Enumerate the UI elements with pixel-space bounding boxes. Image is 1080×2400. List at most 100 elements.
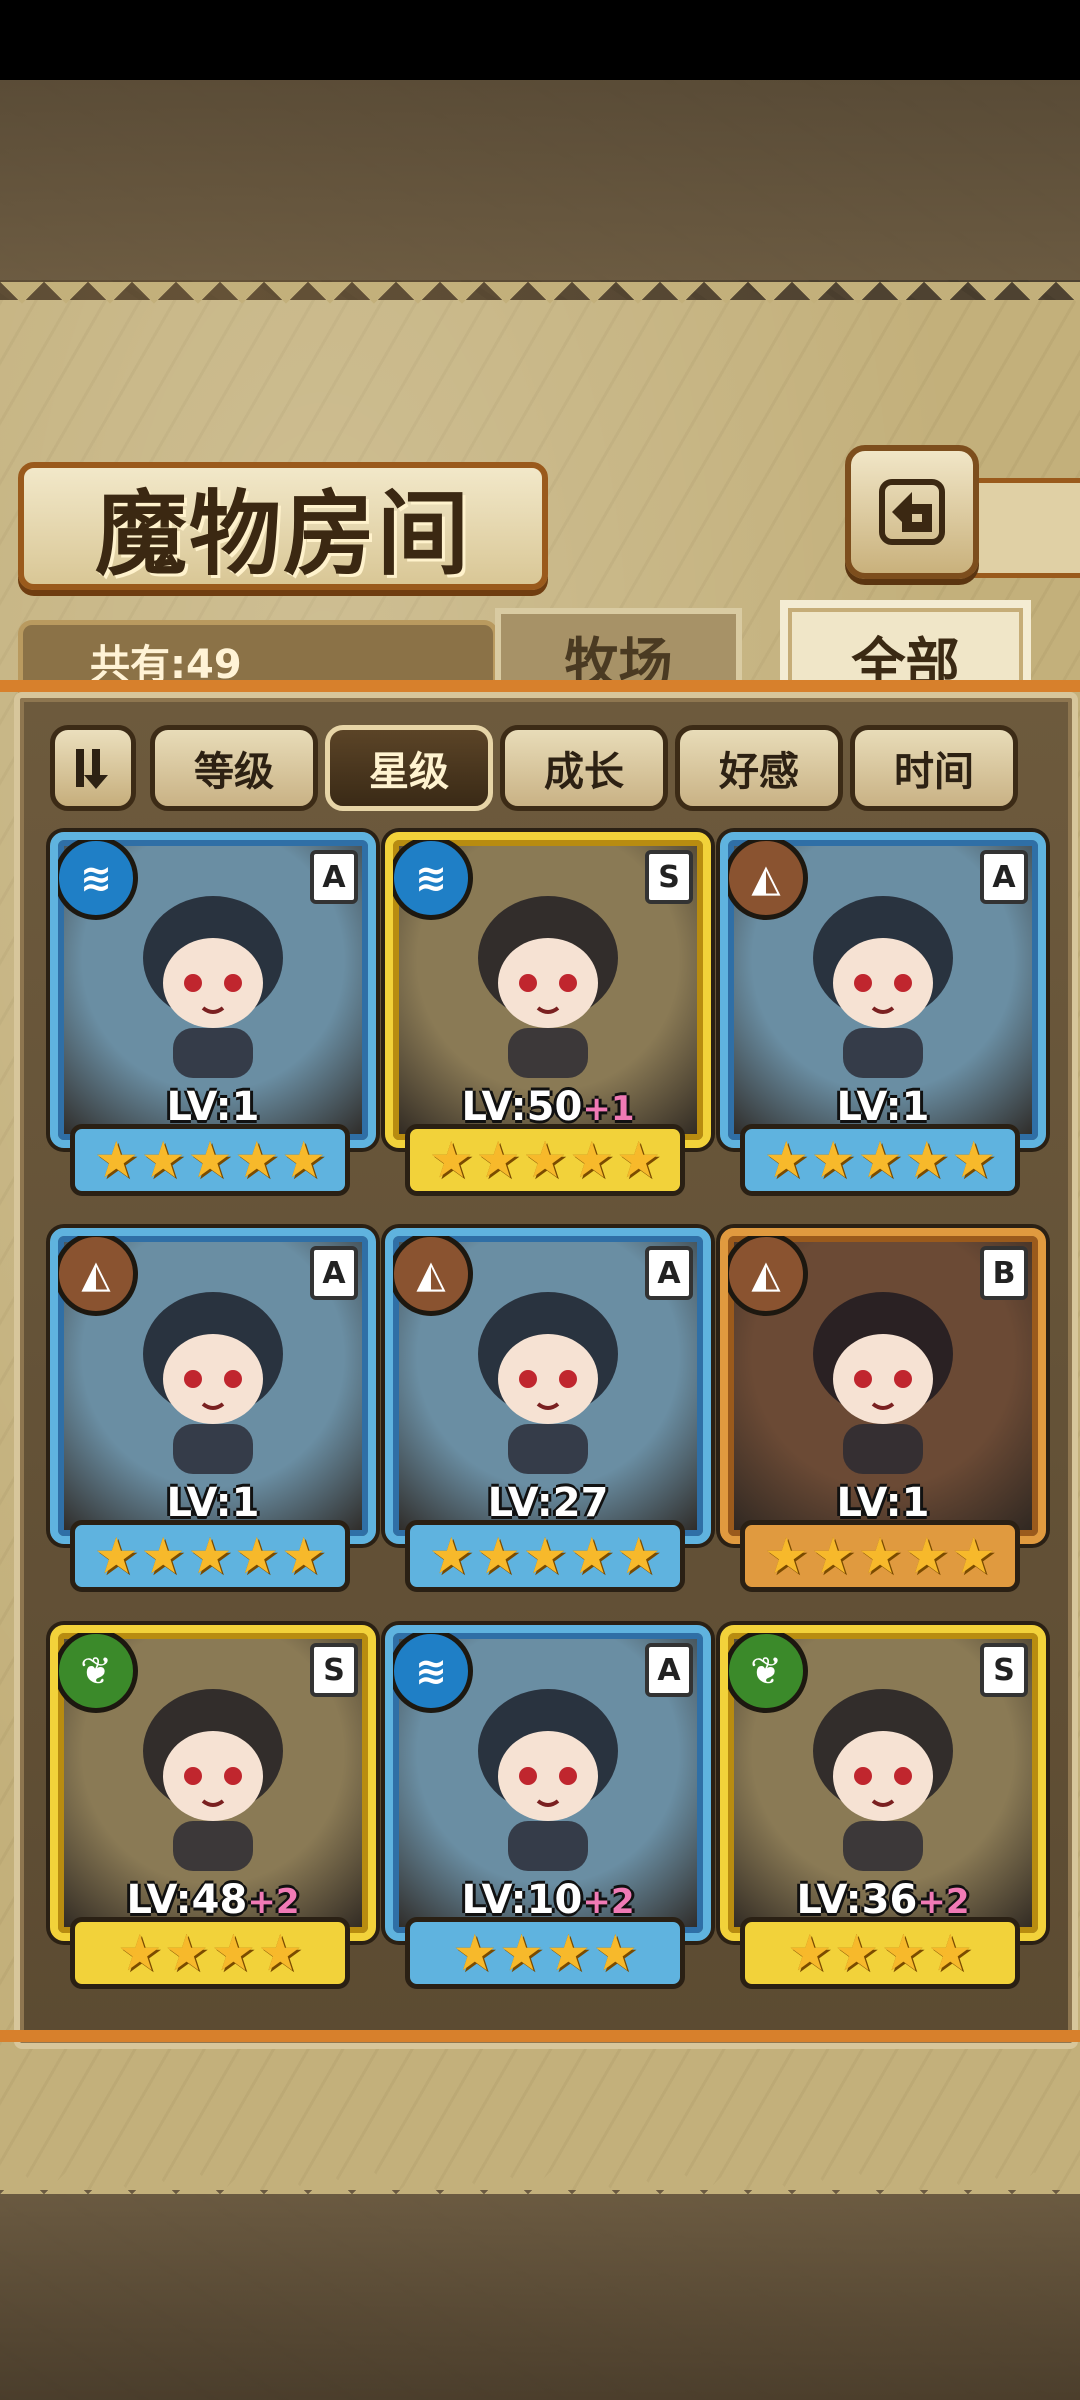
sort-by-time[interactable]: 时间 (850, 725, 1018, 811)
card-frame: ≋ A LV:1 (50, 832, 376, 1148)
wood-element-icon: ❦ (58, 1633, 138, 1713)
star-icon: ★ (281, 1131, 327, 1189)
monster-portrait (813, 1689, 953, 1871)
map-top-strip (0, 80, 1080, 280)
zigzag-edge-top (0, 282, 1080, 326)
earth-element-icon: ◭ (393, 1236, 473, 1316)
map-bottom-strip (0, 2190, 1080, 2400)
star-icon: ★ (475, 1131, 521, 1189)
star-rating: ★ ★ ★ ★ ★ (740, 1520, 1020, 1592)
star-icon: ★ (187, 1131, 233, 1189)
monster-card[interactable]: ◭ A LV:1 ★ ★ ★ ★ ★ (720, 832, 1046, 1196)
star-icon: ★ (140, 1131, 186, 1189)
earth-element-icon: ◭ (728, 840, 808, 920)
grade-badge: B (980, 1246, 1028, 1300)
zigzag-edge-bottom (0, 2150, 1080, 2194)
star-icon: ★ (522, 1131, 568, 1189)
card-frame: ◭ A LV:1 (50, 1228, 376, 1544)
star-rating: ★ ★ ★ ★ (70, 1917, 350, 1989)
orange-rail-bottom (0, 2030, 1080, 2042)
monster-portrait (143, 896, 283, 1078)
monster-portrait (143, 1292, 283, 1474)
star-icon: ★ (117, 1924, 163, 1982)
level-bonus: +2 (582, 1882, 635, 1922)
grade-badge: A (645, 1246, 693, 1300)
star-icon: ★ (499, 1924, 544, 1982)
star-icon: ★ (257, 1924, 303, 1982)
level-bonus: +1 (582, 1089, 635, 1129)
star-icon: ★ (763, 1527, 809, 1585)
card-frame: ≋ A LV:10+2 (385, 1625, 711, 1941)
star-rating: ★ ★ ★ ★ (740, 1917, 1020, 1989)
star-icon: ★ (428, 1527, 474, 1585)
star-icon: ★ (763, 1131, 809, 1189)
star-icon: ★ (951, 1527, 997, 1585)
level-bonus: +2 (247, 1882, 300, 1922)
monster-portrait (478, 1292, 618, 1474)
star-icon: ★ (810, 1527, 856, 1585)
star-icon: ★ (93, 1131, 139, 1189)
monster-card[interactable]: ≋ S LV:50+1 ★ ★ ★ ★ ★ (385, 832, 711, 1196)
back-button[interactable] (845, 445, 979, 579)
star-rating: ★ ★ ★ ★ ★ (70, 1124, 350, 1196)
star-icon: ★ (857, 1131, 903, 1189)
star-icon: ★ (616, 1527, 662, 1585)
star-icon: ★ (164, 1924, 209, 1982)
grade-badge: A (645, 1643, 693, 1697)
card-frame: ◭ A LV:27 (385, 1228, 711, 1544)
monster-card[interactable]: ❦ S LV:36+2 ★ ★ ★ ★ (720, 1625, 1046, 1989)
level-bonus: +2 (917, 1882, 970, 1922)
orange-rail-top (0, 680, 1080, 692)
star-icon: ★ (522, 1527, 568, 1585)
star-icon: ★ (569, 1131, 615, 1189)
back-arrow-icon (879, 479, 945, 545)
monster-portrait (478, 896, 618, 1078)
star-icon: ★ (546, 1924, 591, 1982)
card-frame: ◭ B LV:1 (720, 1228, 1046, 1544)
monster-card[interactable]: ◭ A LV:1 ★ ★ ★ ★ ★ (50, 1228, 376, 1592)
earth-element-icon: ◭ (58, 1236, 138, 1316)
star-icon: ★ (927, 1924, 973, 1982)
sort-by-growth[interactable]: 成长 (500, 725, 668, 811)
monster-card[interactable]: ≋ A LV:10+2 ★ ★ ★ ★ (385, 1625, 711, 1989)
grade-badge: A (980, 850, 1028, 904)
star-rating: ★ ★ ★ ★ ★ (405, 1124, 685, 1196)
star-icon: ★ (234, 1527, 280, 1585)
monster-portrait (478, 1689, 618, 1871)
grade-badge: S (310, 1643, 358, 1697)
card-frame: ❦ S LV:48+2 (50, 1625, 376, 1941)
page-title: 魔物房间 (94, 479, 471, 588)
sort-by-affection[interactable]: 好感 (675, 725, 843, 811)
star-icon: ★ (452, 1924, 498, 1982)
star-icon: ★ (616, 1131, 662, 1189)
grade-badge: A (310, 850, 358, 904)
star-icon: ★ (951, 1131, 997, 1189)
monster-card[interactable]: ≋ A LV:1 ★ ★ ★ ★ ★ (50, 832, 376, 1196)
water-element-icon: ≋ (58, 840, 138, 920)
star-icon: ★ (904, 1527, 950, 1585)
star-icon: ★ (834, 1924, 879, 1982)
star-icon: ★ (857, 1527, 903, 1585)
grade-badge: S (980, 1643, 1028, 1697)
grade-badge: A (310, 1246, 358, 1300)
sort-by-level[interactable]: 等级 (150, 725, 318, 811)
star-rating: ★ ★ ★ ★ ★ (740, 1124, 1020, 1196)
star-icon: ★ (281, 1527, 327, 1585)
sort-order-toggle[interactable] (50, 725, 136, 811)
star-icon: ★ (211, 1924, 256, 1982)
star-icon: ★ (234, 1131, 280, 1189)
monster-card[interactable]: ❦ S LV:48+2 ★ ★ ★ ★ (50, 1625, 376, 1989)
card-frame: ◭ A LV:1 (720, 832, 1046, 1148)
star-icon: ★ (810, 1131, 856, 1189)
star-rating: ★ ★ ★ ★ ★ (405, 1520, 685, 1592)
star-icon: ★ (187, 1527, 233, 1585)
monster-portrait (813, 1292, 953, 1474)
monster-card[interactable]: ◭ B LV:1 ★ ★ ★ ★ ★ (720, 1228, 1046, 1592)
star-icon: ★ (140, 1527, 186, 1585)
star-icon: ★ (93, 1527, 139, 1585)
sort-by-stars[interactable]: 星级 (325, 725, 493, 811)
grade-badge: S (645, 850, 693, 904)
monster-card[interactable]: ◭ A LV:27 ★ ★ ★ ★ ★ (385, 1228, 711, 1592)
star-icon: ★ (787, 1924, 833, 1982)
page-title-banner: 魔物房间 (18, 462, 548, 590)
